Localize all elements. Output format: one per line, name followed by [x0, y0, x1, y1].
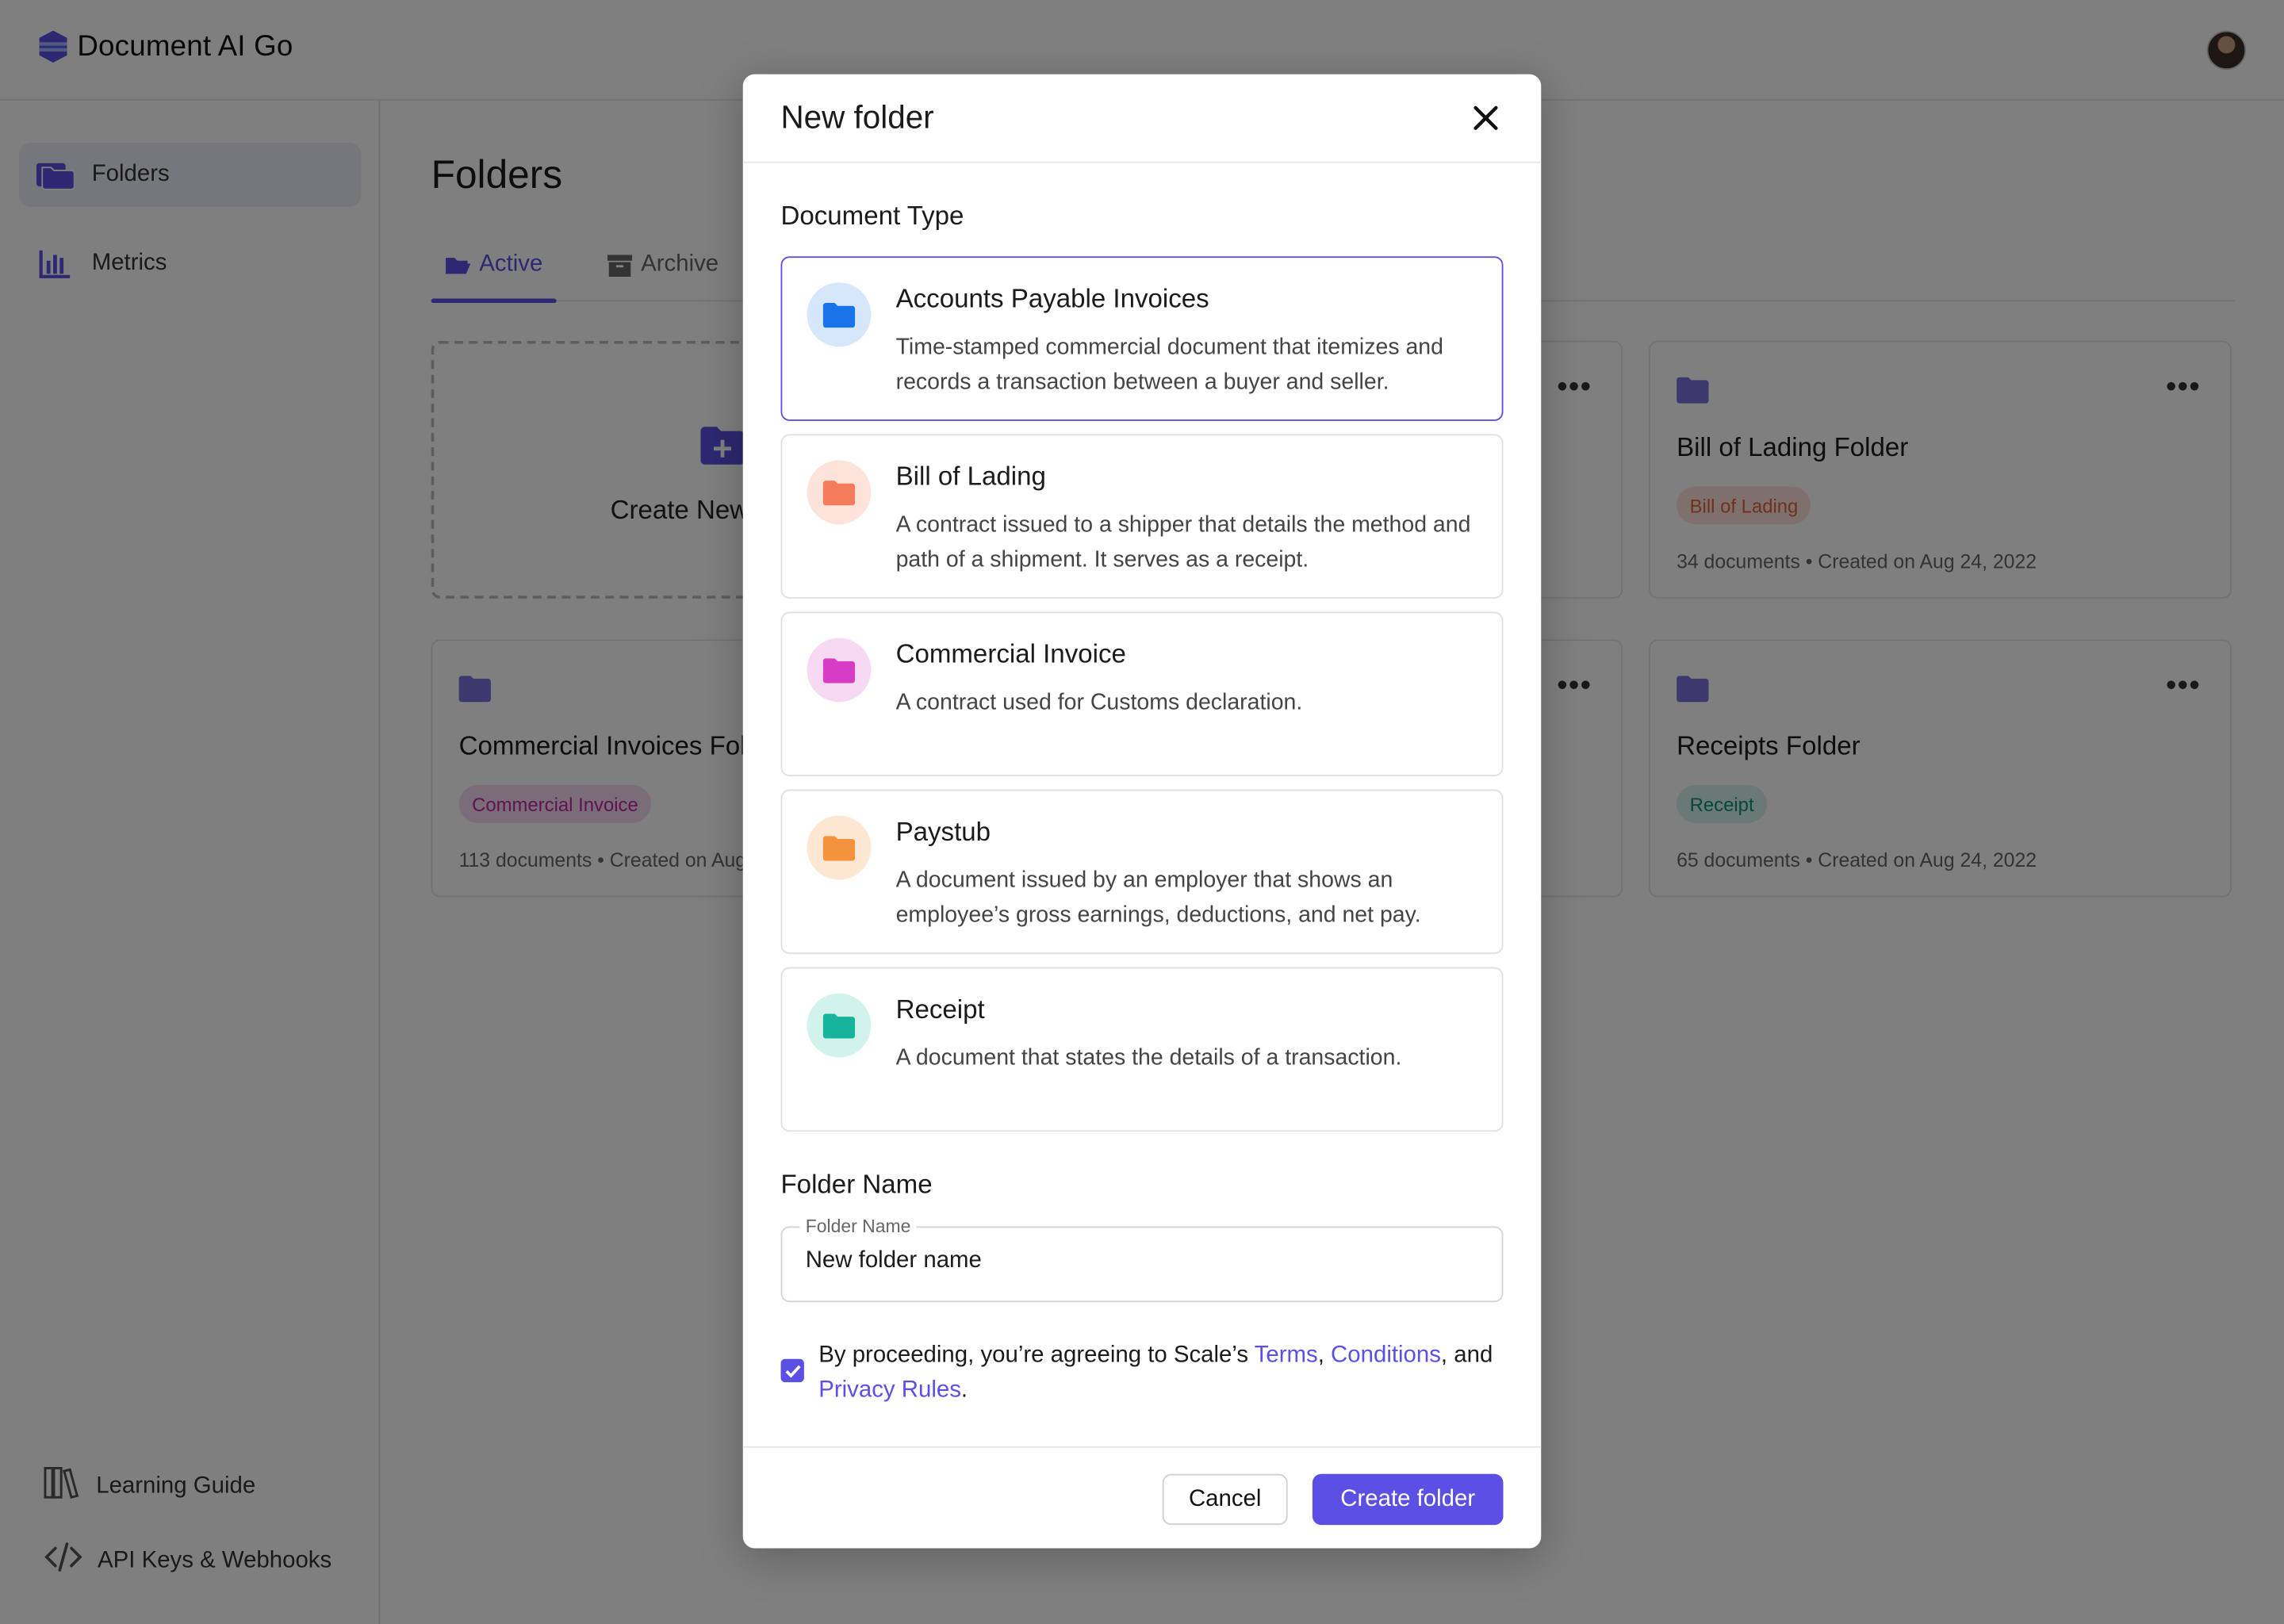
option-title: Bill of Lading — [895, 462, 1046, 491]
doc-type-option-commercial-invoice[interactable]: Commercial Invoice A contract used for C… — [780, 611, 1504, 776]
option-title: Accounts Payable Invoices — [895, 284, 1209, 313]
folder-name-field[interactable]: Folder Name — [780, 1216, 1504, 1303]
document-type-label: Document Type — [780, 201, 964, 231]
dialog-header: New folder — [742, 75, 1542, 163]
folder-icon — [807, 815, 872, 880]
doc-type-option-bill-of-lading[interactable]: Bill of Lading A contract issued to a sh… — [780, 434, 1504, 599]
new-folder-dialog: New folder Document Type Accounts Payabl… — [742, 74, 1542, 1549]
doc-type-option-receipt[interactable]: Receipt A document that states the detai… — [780, 967, 1504, 1132]
option-title: Commercial Invoice — [895, 639, 1126, 669]
consent-prefix: By proceeding, you’re agreeing to Scale’… — [818, 1342, 1255, 1368]
consent-suffix: . — [960, 1377, 968, 1403]
terms-link[interactable]: Terms — [1255, 1343, 1318, 1368]
option-title: Receipt — [895, 994, 985, 1025]
consent-and: , and — [1440, 1342, 1493, 1368]
privacy-rules-link[interactable]: Privacy Rules — [818, 1378, 961, 1403]
folder-name-label: Folder Name — [780, 1169, 933, 1199]
option-title: Paystub — [895, 817, 991, 847]
field-legend: Folder Name — [799, 1216, 917, 1237]
option-description: A contract used for Customs declaration. — [895, 690, 1303, 715]
conditions-link[interactable]: Conditions — [1331, 1343, 1441, 1368]
option-description: A contract issued to a shipper that deta… — [895, 512, 1471, 573]
consent-text: By proceeding, you’re agreeing to Scale’… — [818, 1339, 1509, 1408]
consent-comma: , — [1317, 1342, 1332, 1368]
doc-type-option-accounts-payable[interactable]: Accounts Payable Invoices Time-stamped c… — [780, 256, 1504, 421]
option-description: Time-stamped commercial document that it… — [895, 335, 1443, 395]
option-description: A document that states the details of a … — [895, 1045, 1402, 1071]
cancel-button[interactable]: Cancel — [1162, 1473, 1288, 1526]
dialog-footer: Cancel Create folder — [742, 1446, 1542, 1549]
folder-icon — [807, 282, 872, 347]
folder-name-input[interactable] — [805, 1248, 1476, 1275]
option-description: A document issued by an employer that sh… — [895, 868, 1421, 929]
close-icon[interactable] — [1468, 101, 1503, 136]
doc-type-option-paystub[interactable]: Paystub A document issued by an employer… — [780, 789, 1504, 955]
create-folder-button[interactable]: Create folder — [1312, 1473, 1504, 1526]
consent-checkbox[interactable] — [780, 1358, 804, 1383]
folder-icon — [807, 993, 872, 1058]
dialog-title: New folder — [780, 98, 934, 136]
folder-icon — [807, 638, 872, 703]
folder-icon — [807, 460, 872, 525]
consent-row: By proceeding, you’re agreeing to Scale’… — [780, 1339, 1508, 1408]
check-icon — [784, 1364, 800, 1377]
